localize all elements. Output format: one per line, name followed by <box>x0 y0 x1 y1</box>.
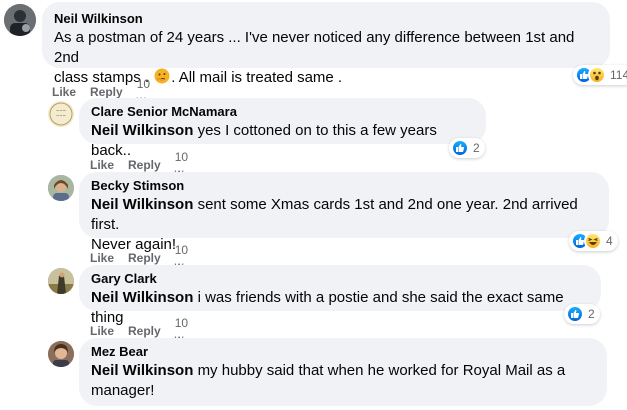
comment-author[interactable]: Gary Clark <box>91 271 589 287</box>
thinking-face-icon <box>154 68 170 84</box>
comment-bubble: Gary Clark Neil Wilkinson i was friends … <box>79 265 601 326</box>
like-button[interactable]: Like <box>52 84 76 100</box>
reply-button[interactable]: Reply <box>128 157 161 173</box>
comment-bubble: Mez Bear Neil Wilkinson my hubby said th… <box>79 338 607 406</box>
comment-text-line: my hubby said that when he worked for Ro… <box>197 362 566 379</box>
reaction-summary[interactable]: 2 <box>449 138 485 158</box>
comment-author[interactable]: Mez Bear <box>91 344 595 360</box>
wow-icon <box>588 66 606 84</box>
avatar[interactable] <box>4 4 36 36</box>
avatar[interactable] <box>48 268 74 294</box>
reaction-summary[interactable]: 2 <box>564 304 600 324</box>
comment-text-line: manager! <box>91 382 155 399</box>
mention-link[interactable]: Neil Wilkinson <box>91 196 193 213</box>
comment-bubble: Becky Stimson Neil Wilkinson sent some X… <box>79 172 609 253</box>
avatar[interactable]: ~~~ ~~~ <box>48 101 74 127</box>
reaction-count: 2 <box>588 307 595 321</box>
reaction-count: 4 <box>606 234 613 248</box>
comment-author[interactable]: Neil Wilkinson <box>54 11 598 27</box>
reaction-summary[interactable]: 4 <box>569 231 618 251</box>
comment-author[interactable]: Becky Stimson <box>91 178 597 194</box>
haha-icon <box>584 232 602 250</box>
reaction-count: 2 <box>473 141 480 155</box>
comment-author[interactable]: Clare Senior McNamara <box>91 104 474 120</box>
reaction-summary[interactable]: 114 <box>573 65 627 85</box>
mention-link[interactable]: Neil Wilkinson <box>91 122 193 139</box>
svg-text:~~~: ~~~ <box>56 113 66 118</box>
like-icon <box>566 305 584 323</box>
reaction-count: 114 <box>610 68 627 82</box>
comment-text: Neil Wilkinson my hubby said that when h… <box>91 361 595 401</box>
avatar[interactable] <box>48 175 74 201</box>
reply-button[interactable]: Reply <box>128 323 161 339</box>
avatar[interactable] <box>48 341 74 367</box>
comment-bubble: Clare Senior McNamara Neil Wilkinson yes… <box>79 98 486 159</box>
mention-link[interactable]: Neil Wilkinson <box>91 289 193 306</box>
comment-bubble: Neil Wilkinson As a postman of 24 years … <box>42 2 610 86</box>
like-button[interactable]: Like <box>90 250 114 266</box>
comment-text-line: . All mail is treated same . <box>171 69 343 86</box>
reply-button[interactable]: Reply <box>128 250 161 266</box>
like-button[interactable]: Like <box>90 323 114 339</box>
like-icon <box>451 139 469 157</box>
comment-text-line: As a postman of 24 years ... I've never … <box>54 29 575 66</box>
mention-link[interactable]: Neil Wilkinson <box>91 362 193 379</box>
like-button[interactable]: Like <box>90 157 114 173</box>
